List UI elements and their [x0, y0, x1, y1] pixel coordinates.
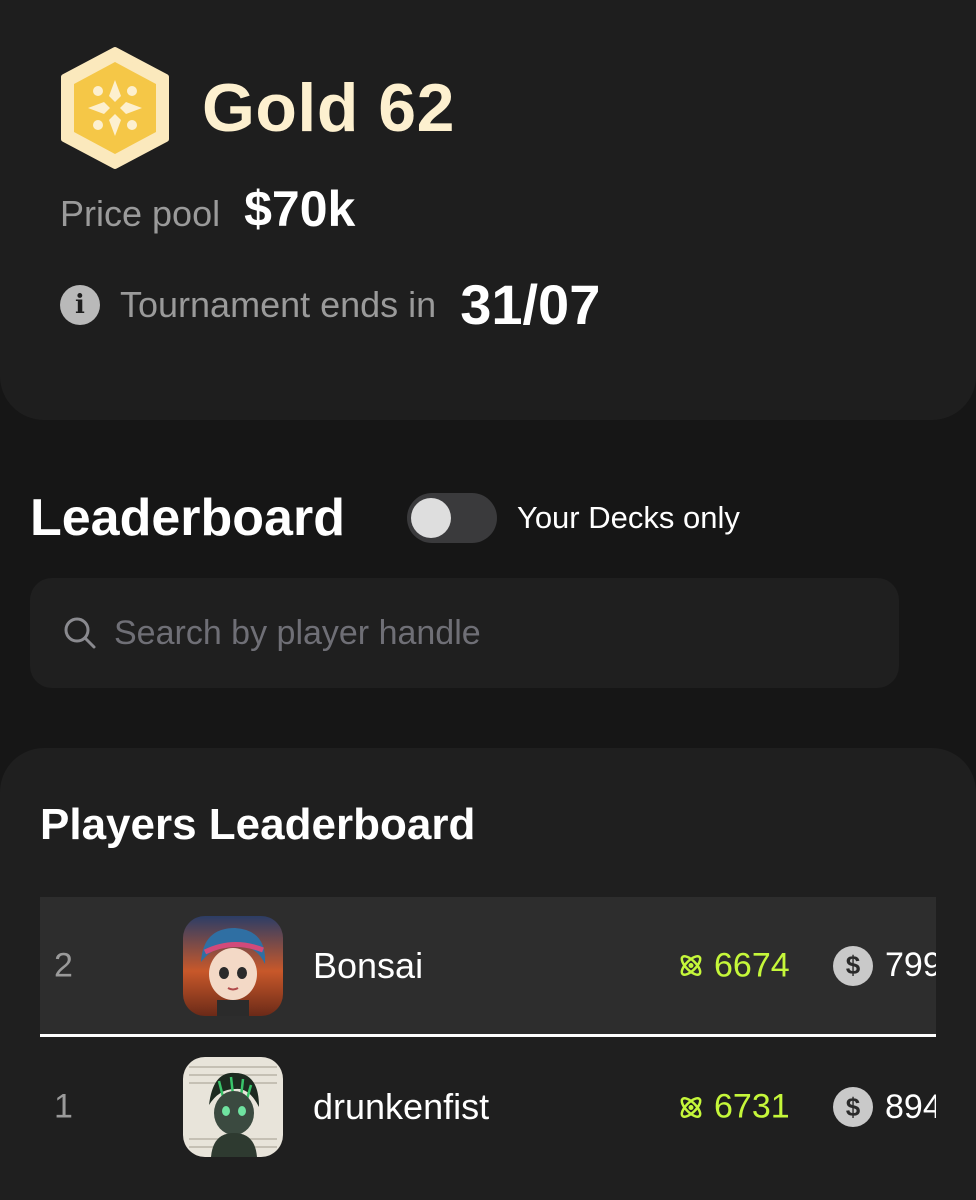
tier-header: Gold 62	[58, 46, 455, 170]
tier-name: Gold 62	[202, 70, 455, 146]
players-leaderboard-title: Players Leaderboard	[40, 800, 476, 849]
atom-score-icon	[680, 1096, 702, 1118]
table-row[interactable]: 2 Bonsai 6674 $ 79	[40, 897, 936, 1037]
search-input[interactable]	[114, 603, 899, 663]
score-value: 6674	[714, 946, 790, 984]
dollar-coin-icon: $	[833, 945, 873, 986]
avatar-image-icon	[183, 1057, 283, 1157]
toggle-knob	[410, 498, 451, 538]
player-rank: 1	[54, 1087, 73, 1126]
price-pool-label: Price pool	[60, 193, 221, 234]
leaderboard-rows: 2 Bonsai 6674 $ 79 1 drunkenfist 6731 $ …	[40, 897, 936, 1177]
avatar[interactable]	[183, 1057, 283, 1157]
table-row[interactable]: 1 drunkenfist 6731 $ 894	[40, 1037, 936, 1177]
tournament-ends-label: Tournament ends in	[120, 283, 437, 325]
player-score: 6731	[676, 1088, 790, 1127]
player-rank: 2	[54, 946, 73, 984]
players-leaderboard-card: Players Leaderboard 2 Bonsai 6674 $ 79 1…	[0, 748, 976, 1200]
score-value: 6731	[714, 1087, 790, 1126]
page: Gold 62 Price pool $70k i Tournament end…	[0, 0, 976, 1200]
player-name[interactable]: Bonsai	[313, 945, 423, 987]
tournament-ends-value: 31/07	[460, 273, 601, 336]
your-decks-toggle[interactable]	[406, 493, 497, 543]
gold-hexagon-badge-icon	[61, 47, 169, 169]
your-decks-toggle-label[interactable]: Your Decks only	[517, 500, 740, 536]
avatar[interactable]	[183, 915, 283, 1016]
search-box[interactable]	[30, 578, 899, 688]
player-prize: $ 799	[833, 945, 936, 986]
player-score: 6674	[676, 946, 790, 985]
dollar-coin-icon: $	[833, 1087, 873, 1127]
price-pool-row: Price pool $70k	[60, 180, 355, 238]
search-icon	[64, 617, 96, 649]
info-icon[interactable]: i	[60, 284, 100, 325]
avatar-image-icon	[183, 915, 283, 1016]
prize-value: 894	[885, 1087, 936, 1126]
atom-score-icon	[680, 955, 702, 976]
prize-value: 799	[885, 946, 936, 984]
leaderboard-title: Leaderboard	[30, 489, 345, 547]
tournament-card: Gold 62 Price pool $70k i Tournament end…	[0, 0, 976, 420]
player-prize: $ 894	[833, 1087, 936, 1127]
tournament-ends-row: i Tournament ends in 31/07	[60, 272, 600, 337]
player-name[interactable]: drunkenfist	[313, 1086, 489, 1128]
price-pool-value: $70k	[244, 181, 356, 237]
leaderboard-header: Leaderboard Your Decks only	[30, 488, 740, 548]
